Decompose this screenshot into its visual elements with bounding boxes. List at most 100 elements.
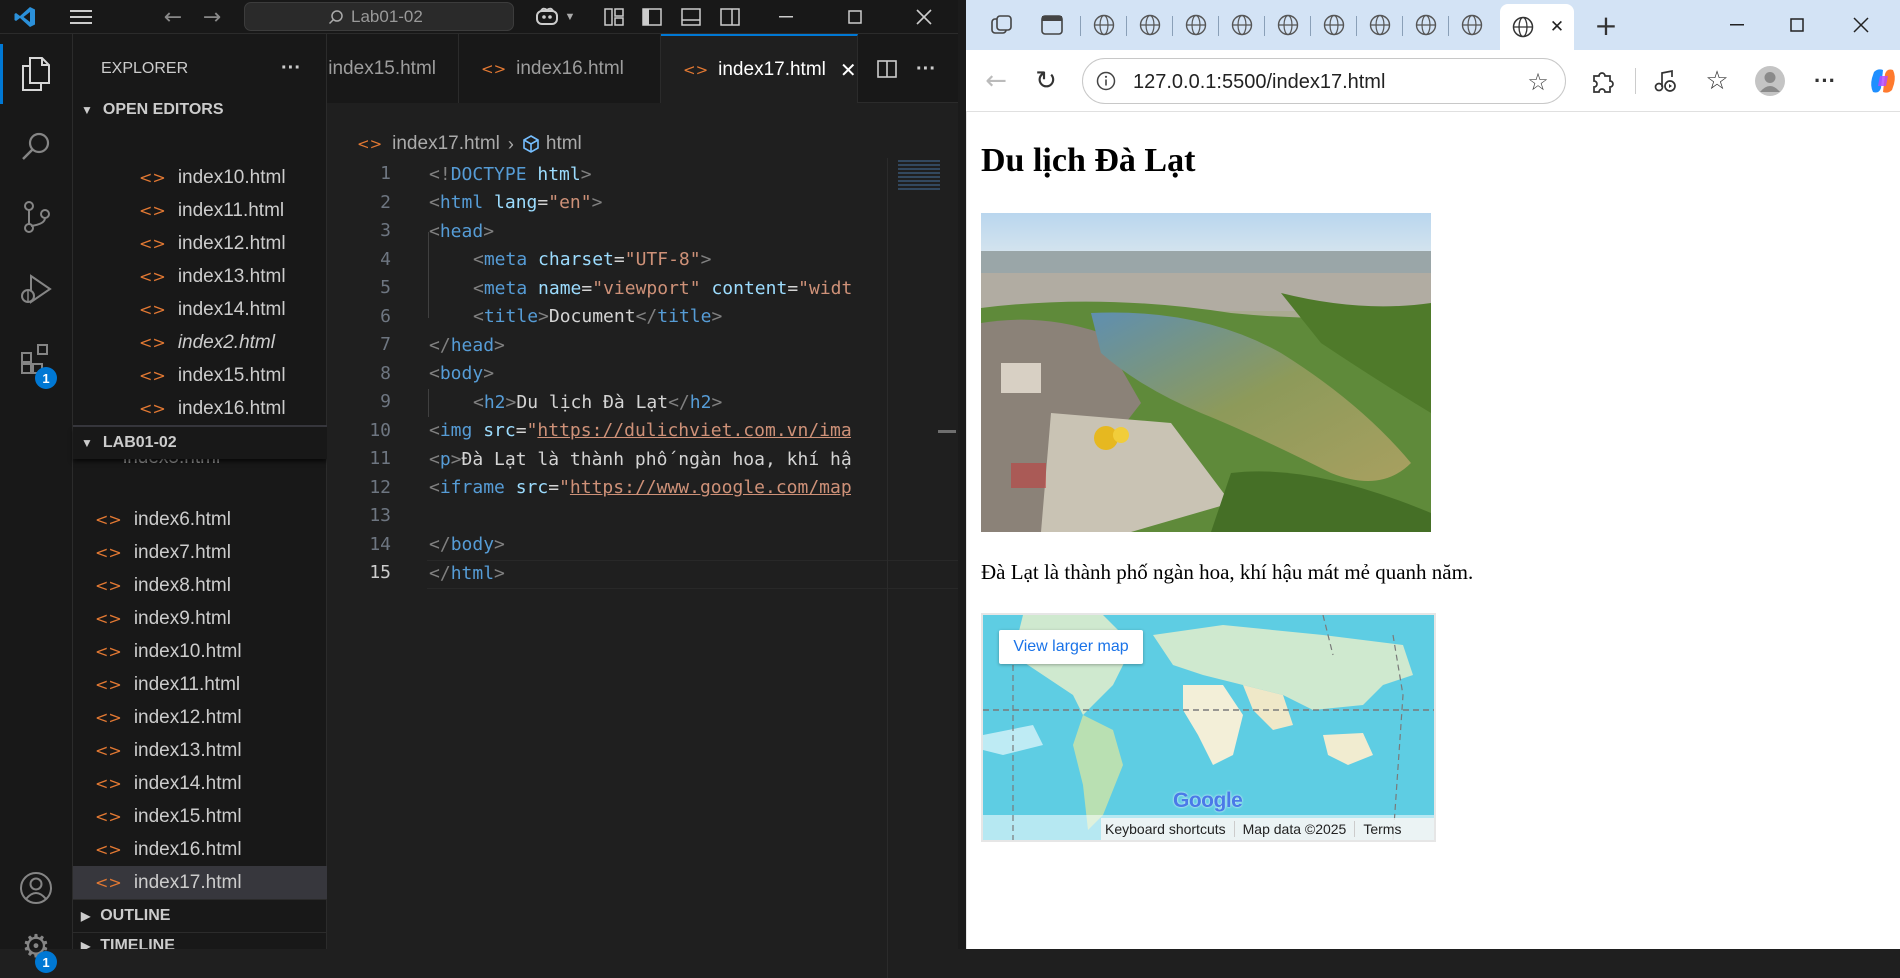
line-number: 12 [369,476,391,498]
favorite-star-icon[interactable]: ☆ [1523,67,1553,97]
minimize-icon[interactable] [770,3,802,31]
menu-icon[interactable] [66,2,96,32]
folder-file-item[interactable]: <> index10.html [73,635,327,668]
profile-avatar-icon[interactable] [1751,62,1789,100]
view-larger-map-button[interactable]: View larger map [999,630,1143,664]
folder-file-item[interactable]: <> index8.html [73,569,327,602]
browser-tab-globe-icon[interactable] [1222,8,1262,42]
browser-tab-globe-icon[interactable] [1084,8,1124,42]
command-center-search[interactable]: Lab01-02 [244,2,514,31]
forward-arrow-icon[interactable]: → [197,2,227,32]
browser-tab-globe-icon[interactable] [1314,8,1354,42]
folder-file-item[interactable]: <> index6.html [73,503,327,536]
folder-file-item[interactable]: <> index12.html [73,701,327,734]
more-actions-icon[interactable]: ··· [275,54,307,82]
browser-tab-globe-icon[interactable] [1176,8,1216,42]
open-editors-header[interactable]: ▼ OPEN EDITORS [73,94,327,126]
line-number: 3 [380,220,391,241]
html-file-icon: <> [95,840,122,859]
close-window-icon[interactable] [1846,8,1876,42]
favorites-collection-icon[interactable]: ☆ [1698,62,1736,100]
browser-tab-globe-icon[interactable] [1268,8,1308,42]
folder-file-item[interactable]: <> index13.html [73,734,327,767]
tab-actions-icon[interactable] [1034,8,1070,42]
keyboard-shortcuts-link[interactable]: Keyboard shortcuts [1101,821,1235,837]
folder-file-item[interactable]: <> index9.html [73,602,327,635]
html-file-icon: <> [139,300,166,319]
maximize-icon[interactable] [839,3,871,31]
code-editor[interactable]: <! DOCTYPE html > < html lang = "en" > < head > … [429,160,851,600]
more-actions-icon[interactable]: ··· [911,54,941,84]
folder-header[interactable]: ▼ LAB01-02 [73,427,327,459]
close-tab-icon[interactable]: ✕ [1544,14,1570,40]
outline-header[interactable]: ▶ OUTLINE [73,900,327,932]
back-arrow-icon[interactable]: ← [158,2,188,32]
explorer-sidebar: EXPLORER ··· ▼ OPEN EDITORS <> index10.ht… [73,34,327,949]
html-file-icon: <> [139,234,166,253]
close-window-icon[interactable] [908,3,940,31]
line-number: 13 [369,505,391,526]
open-editor-item[interactable]: <> index10.html [73,161,327,194]
open-editor-item[interactable]: <> index14.html [73,293,327,326]
tab-index16[interactable]: <> index16.html [459,34,661,103]
layout-customize-icon[interactable] [600,3,628,31]
chevron-down-icon[interactable]: ▼ [563,5,577,29]
close-tab-icon[interactable]: ✕ [840,58,857,82]
run-debug-icon[interactable] [14,267,58,311]
breadcrumb-file[interactable]: index17.html [392,133,500,155]
browser-tab-globe-icon[interactable] [1406,8,1446,42]
terms-link[interactable]: Terms [1355,821,1409,837]
toggle-secondary-sidebar-icon[interactable] [716,3,744,31]
info-icon[interactable] [1093,68,1119,94]
vscode-logo-icon [10,4,40,30]
folder-file-item[interactable]: <> index11.html [73,668,327,701]
split-editor-icon[interactable] [872,54,902,84]
minimize-icon[interactable] [1722,8,1752,42]
maximize-icon[interactable] [1782,8,1812,42]
address-bar[interactable]: 127.0.0.1:5500/index17.html ☆ [1082,58,1566,104]
media-control-icon[interactable] [1646,62,1684,100]
workspaces-icon[interactable] [984,8,1020,42]
folder-file-item[interactable]: <> index16.html [73,833,327,866]
toggle-sidebar-icon[interactable] [638,3,666,31]
browser-tab-globe-icon[interactable] [1130,8,1170,42]
accounts-icon[interactable] [14,866,58,910]
source-control-icon[interactable] [14,195,58,239]
folder-file-label: index13.html [133,739,242,761]
active-browser-tab[interactable]: ✕ [1500,4,1574,50]
copilot-icon[interactable] [1866,62,1900,100]
code-line-15: </html > [429,562,505,584]
activity-bar: 1 ⚙ 1 [0,34,73,973]
search-sidebar-icon[interactable] [14,125,58,169]
browser-tab-globe-icon[interactable] [1452,8,1492,42]
settings-more-icon[interactable]: ··· [1806,62,1844,100]
browser-tab-globe-icon[interactable] [1360,8,1400,42]
refresh-icon[interactable]: ↻ [1026,62,1066,100]
tab-index17-active[interactable]: <> index17.html ✕ [661,34,858,103]
line-number: 15 [369,562,391,583]
tab-index15[interactable]: index15.html [327,34,459,103]
copilot-icon[interactable] [532,3,562,31]
folder-file-item[interactable]: <> index15.html [73,800,327,833]
open-editor-item[interactable]: <> index15.html [73,359,327,392]
html-file-icon: <> [95,807,122,826]
open-editor-item[interactable]: <> index13.html [73,260,327,293]
folder-file-item[interactable]: <> index14.html [73,767,327,800]
extensions-badge: 1 [35,367,57,389]
back-arrow-icon[interactable]: ← [976,62,1016,100]
minimap[interactable] [887,158,958,978]
explorer-files-icon[interactable] [14,52,58,96]
timeline-header[interactable]: ▶ TIMELINE [73,933,327,949]
folder-file-item[interactable]: <> index17.html [73,866,327,899]
toggle-panel-icon[interactable] [677,3,705,31]
breadcrumb-node[interactable]: html [546,133,582,155]
new-tab-icon[interactable]: + [1588,8,1624,42]
folder-file-item[interactable]: <> index7.html [73,536,327,569]
open-editor-item[interactable]: <> index2.html [73,326,327,359]
extensions-puzzle-icon[interactable] [1584,62,1622,100]
google-map-iframe[interactable]: View larger map Google Keyboard shortcut… [981,613,1436,842]
open-editor-item[interactable]: <> index11.html [73,194,327,227]
open-editor-item[interactable]: <> index16.html [73,392,327,425]
open-editor-item[interactable]: <> index12.html [73,227,327,260]
timeline-label: TIMELINE [100,937,175,949]
